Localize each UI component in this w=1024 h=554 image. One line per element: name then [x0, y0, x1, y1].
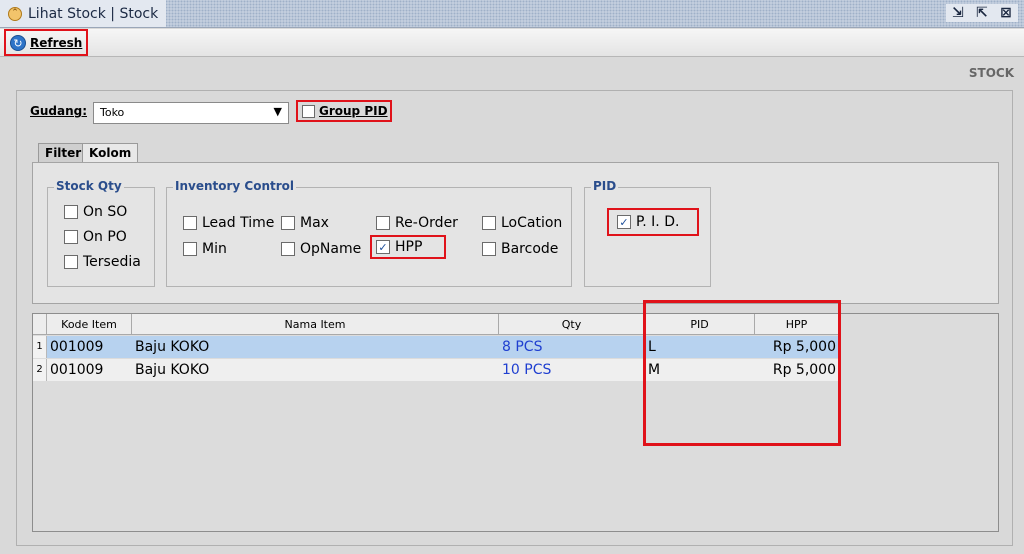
checkbox-hpp[interactable]: ✓ HPP: [369, 235, 447, 259]
on-po-label: On PO: [83, 229, 127, 245]
header-qty[interactable]: Qty: [499, 314, 645, 335]
pid-group-title: PID: [591, 179, 619, 193]
re-order-box[interactable]: [376, 216, 390, 230]
header-kode-item[interactable]: Kode Item: [47, 314, 132, 335]
pid-box[interactable]: ✓: [617, 215, 631, 229]
checkbox-location[interactable]: LoCation: [482, 215, 562, 231]
gudang-value: Toko: [100, 106, 125, 119]
checkbox-pid[interactable]: ✓ P. I. D.: [606, 208, 700, 236]
checkbox-on-po[interactable]: On PO: [64, 229, 127, 245]
location-label: LoCation: [501, 215, 563, 231]
cell-nama-item: Baju KOKO: [135, 362, 210, 378]
pid-group: PID ✓ P. I. D.: [584, 179, 711, 287]
max-box[interactable]: [281, 216, 295, 230]
table-row[interactable]: 2 001009 Baju KOKO 10 PCS M Rp 5,000: [33, 359, 839, 381]
location-box[interactable]: [482, 216, 496, 230]
barcode-box[interactable]: [482, 242, 496, 256]
gudang-select[interactable]: Toko ▼: [93, 102, 289, 124]
stock-qty-group: Stock Qty On SO On PO Tersedia: [47, 179, 155, 287]
stock-grid: Kode Item Nama Item Qty PID HPP 1 001009…: [32, 313, 999, 532]
cell-qty: 8 PCS: [502, 339, 543, 355]
group-pid-label: Group PID: [319, 104, 388, 118]
title-wrap: ⌃ Lihat Stock | Stock: [0, 0, 167, 27]
max-label: Max: [300, 215, 329, 231]
refresh-icon: ↻: [10, 34, 26, 51]
tab-filter[interactable]: Filter: [38, 143, 89, 163]
window-titlebar: ⌃ Lihat Stock | Stock ⇲ ⇱ ⊠: [0, 0, 1024, 28]
checkbox-lead-time[interactable]: Lead Time: [183, 215, 274, 231]
cell-kode-item: 001009: [50, 362, 104, 378]
cell-hpp: Rp 5,000: [772, 339, 836, 355]
tab-kolom[interactable]: Kolom: [82, 143, 139, 163]
header-hpp[interactable]: HPP: [755, 314, 839, 335]
cell-kode-item: 001009: [50, 339, 104, 355]
barcode-label: Barcode: [501, 241, 559, 257]
checkbox-on-so[interactable]: On SO: [64, 204, 127, 220]
header-nama-item[interactable]: Nama Item: [132, 314, 499, 335]
re-order-label: Re-Order: [395, 215, 458, 231]
hpp-label: HPP: [395, 239, 423, 255]
on-po-box[interactable]: [64, 230, 78, 244]
checkbox-opname[interactable]: OpName: [281, 241, 361, 257]
group-pid-box[interactable]: [302, 104, 315, 118]
window-title: Lihat Stock | Stock: [28, 5, 159, 22]
on-so-label: On SO: [83, 204, 128, 220]
row-number: 1: [33, 336, 47, 358]
stock-qty-title: Stock Qty: [54, 179, 124, 193]
refresh-button[interactable]: ↻ Refresh: [4, 29, 88, 56]
maximize-icon[interactable]: ⇱: [974, 4, 990, 22]
group-pid-checkbox[interactable]: Group PID: [296, 100, 392, 122]
checkbox-max[interactable]: Max: [281, 215, 329, 231]
cell-pid: M: [648, 362, 661, 378]
tersedia-label: Tersedia: [83, 254, 141, 270]
on-so-box[interactable]: [64, 205, 78, 219]
row-number: 2: [33, 359, 47, 381]
table-row[interactable]: 1 001009 Baju KOKO 8 PCS L Rp 5,000: [33, 336, 839, 358]
min-label: Min: [202, 241, 227, 257]
opname-box[interactable]: [281, 242, 295, 256]
lead-time-box[interactable]: [183, 216, 197, 230]
pid-label: P. I. D.: [636, 214, 680, 230]
dropdown-arrow-icon[interactable]: ▼: [274, 105, 282, 118]
header-rownum: [33, 314, 47, 335]
grid-header: Kode Item Nama Item Qty PID HPP: [33, 314, 998, 335]
checkbox-tersedia[interactable]: Tersedia: [64, 254, 141, 270]
checkbox-barcode[interactable]: Barcode: [482, 241, 558, 257]
checkbox-min[interactable]: Min: [183, 241, 227, 257]
app-icon: ⌃: [8, 6, 22, 21]
refresh-label: Refresh: [30, 35, 83, 50]
cell-qty: 10 PCS: [502, 362, 552, 378]
opname-label: OpName: [300, 241, 362, 257]
inventory-control-title: Inventory Control: [173, 179, 297, 193]
restore-icon[interactable]: ⇲: [950, 4, 966, 22]
hpp-box[interactable]: ✓: [376, 240, 390, 254]
toolbar: ↻ Refresh: [0, 29, 1024, 57]
gudang-label: Gudang:: [30, 104, 88, 118]
section-label: STOCK: [968, 66, 1014, 80]
cell-nama-item: Baju KOKO: [135, 339, 210, 355]
kolom-panel: Stock Qty On SO On PO Tersedia Inventory…: [32, 162, 999, 304]
min-box[interactable]: [183, 242, 197, 256]
cell-hpp: Rp 5,000: [772, 362, 836, 378]
close-icon[interactable]: ⊠: [998, 4, 1014, 22]
checkbox-re-order[interactable]: Re-Order: [376, 215, 458, 231]
inventory-control-group: Inventory Control Lead Time Max Re-Order…: [166, 179, 572, 287]
window-controls: ⇲ ⇱ ⊠: [946, 4, 1018, 22]
lead-time-label: Lead Time: [202, 215, 275, 231]
header-pid[interactable]: PID: [645, 314, 755, 335]
cell-pid: L: [648, 339, 656, 355]
tersedia-box[interactable]: [64, 255, 78, 269]
